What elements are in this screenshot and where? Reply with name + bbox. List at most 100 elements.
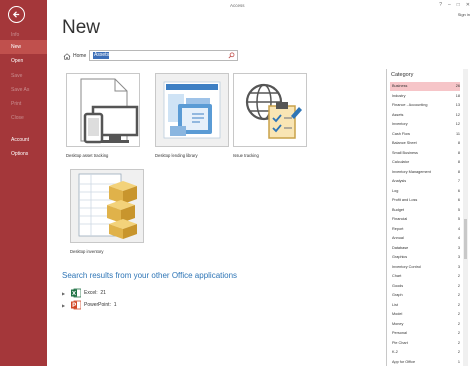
close-button[interactable]: ✕ (466, 2, 470, 8)
category-item[interactable]: Budget 5 (390, 206, 460, 215)
category-item[interactable]: K-2 2 (390, 348, 460, 357)
category-count: 13 (455, 103, 460, 107)
category-item[interactable]: Analysis 7 (390, 177, 460, 186)
maximize-button[interactable]: □ (457, 2, 460, 8)
category-name: Finance - Accounting (392, 103, 428, 107)
search-icon[interactable] (228, 52, 235, 59)
category-name: Money (392, 321, 404, 326)
category-item[interactable]: Balance Sheet 8 (390, 139, 460, 148)
category-item[interactable]: Money 2 (390, 320, 460, 329)
category-count: 6 (457, 198, 460, 202)
category-panel: Category Business 26 Industry 18 Finance - A… (386, 69, 468, 366)
category-item[interactable]: Finance - Accounting 13 (390, 101, 460, 110)
category-item[interactable]: Chart 2 (390, 272, 460, 281)
search-input[interactable]: Assets (94, 52, 109, 59)
category-count: 2 (457, 312, 460, 316)
category-item[interactable]: Business 26 (390, 82, 460, 91)
category-count: 7 (457, 179, 460, 183)
scrollbar-thumb[interactable] (464, 219, 467, 259)
template-search-box[interactable]: Assets (89, 50, 238, 61)
category-item[interactable]: Pie Chart 2 (390, 339, 460, 348)
category-item[interactable]: Inventory Control 3 (390, 263, 460, 272)
category-item[interactable]: Model 2 (390, 310, 460, 319)
category-name: Small Business (392, 150, 418, 155)
category-count: 2 (457, 340, 460, 345)
category-name: Graph (392, 293, 403, 297)
arrow-left-icon (12, 11, 20, 18)
other-apps-header: Search results from your other Office ap… (62, 271, 238, 280)
category-count: 4 (457, 236, 460, 240)
category-count: 8 (457, 141, 460, 145)
sidebar-item-print[interactable]: Print (0, 97, 47, 111)
category-count: 18 (455, 93, 460, 98)
category-name: Financial (392, 217, 408, 221)
sidebar-item-open[interactable]: Open (0, 54, 47, 68)
category-item[interactable]: Graph 2 (390, 291, 460, 300)
category-item[interactable]: Inventory Management 8 (390, 168, 460, 177)
backstage-sidebar: Info New Open Save Save As Print Close A… (0, 0, 47, 366)
category-count: 12 (455, 122, 460, 126)
category-name: Goods (392, 283, 404, 288)
sidebar-item-close[interactable]: Close (0, 111, 47, 125)
category-name: Graphics (392, 255, 408, 259)
sidebar-item-account[interactable]: Account (0, 133, 47, 147)
category-item[interactable]: Graphics 3 (390, 253, 460, 262)
sidebar-item-options[interactable]: Options (0, 147, 47, 161)
category-item[interactable]: List 2 (390, 301, 460, 310)
category-item[interactable]: App for Office 1 (390, 358, 460, 367)
category-count: 6 (457, 188, 460, 193)
sidebar-item-save[interactable]: Save (0, 69, 47, 83)
category-item[interactable]: Industry 18 (390, 92, 460, 101)
template-tile-desktop-lending-library[interactable] (155, 73, 229, 147)
excel-count: 21 (100, 290, 106, 296)
category-scrollbar[interactable] (463, 69, 468, 366)
category-name: Model (392, 312, 403, 316)
category-count: 3 (457, 264, 460, 269)
issue-tracking-icon (245, 83, 302, 139)
template-tile-issue-tracking[interactable] (233, 73, 307, 147)
category-name: K-2 (392, 350, 398, 354)
back-button[interactable] (8, 6, 25, 23)
excel-icon (71, 288, 82, 298)
category-name: Balance Sheet (392, 141, 417, 145)
category-item[interactable]: Calculator 8 (390, 158, 460, 167)
category-item[interactable]: Log 6 (390, 187, 460, 196)
sign-in-link[interactable]: Sign in (458, 12, 470, 17)
category-item[interactable]: Annual 4 (390, 234, 460, 243)
powerpoint-result[interactable]: ▶ PowerPoint: 1 (62, 300, 117, 310)
category-count: 3 (457, 245, 460, 250)
category-name: Database (392, 245, 409, 250)
category-item[interactable]: Financial 5 (390, 215, 460, 224)
category-item[interactable]: Small Business 8 (390, 149, 460, 158)
category-item[interactable]: Report 4 (390, 225, 460, 234)
category-item[interactable]: Assets 12 (390, 111, 460, 120)
category-name: List (392, 302, 398, 307)
template-tile-desktop-asset-tracking[interactable] (66, 73, 140, 147)
category-item[interactable]: Personal 2 (390, 329, 460, 338)
page-title: New (62, 17, 101, 38)
sidebar-item-save-as[interactable]: Save As (0, 83, 47, 97)
category-count: 2 (457, 331, 460, 335)
window-title: Access (230, 3, 245, 8)
category-item[interactable]: Profit and Loss 6 (390, 196, 460, 205)
excel-result[interactable]: ▶ Excel: 21 (62, 288, 106, 298)
library-icon (163, 81, 221, 139)
minimize-button[interactable]: – (448, 2, 451, 8)
powerpoint-icon (71, 300, 82, 310)
category-item[interactable]: Goods 2 (390, 282, 460, 291)
category-item[interactable]: Database 3 (390, 244, 460, 253)
powerpoint-count: 1 (113, 302, 117, 308)
home-link[interactable]: Home (73, 53, 86, 59)
template-label: Desktop lending library (155, 153, 198, 158)
help-button[interactable]: ? (439, 2, 442, 8)
category-count: 2 (457, 350, 460, 354)
window-controls: ? – □ ✕ (439, 2, 470, 8)
category-header: Category (391, 72, 414, 78)
home-icon[interactable] (63, 53, 71, 60)
chevron-right-icon: ▶ (62, 290, 66, 296)
category-item[interactable]: Cash Flow 11 (390, 130, 460, 139)
sidebar-item-new[interactable]: New (0, 40, 47, 54)
template-tile-desktop-inventory[interactable] (70, 169, 144, 243)
category-name: Industry (392, 93, 406, 98)
category-item[interactable]: Inventory 12 (390, 120, 460, 129)
